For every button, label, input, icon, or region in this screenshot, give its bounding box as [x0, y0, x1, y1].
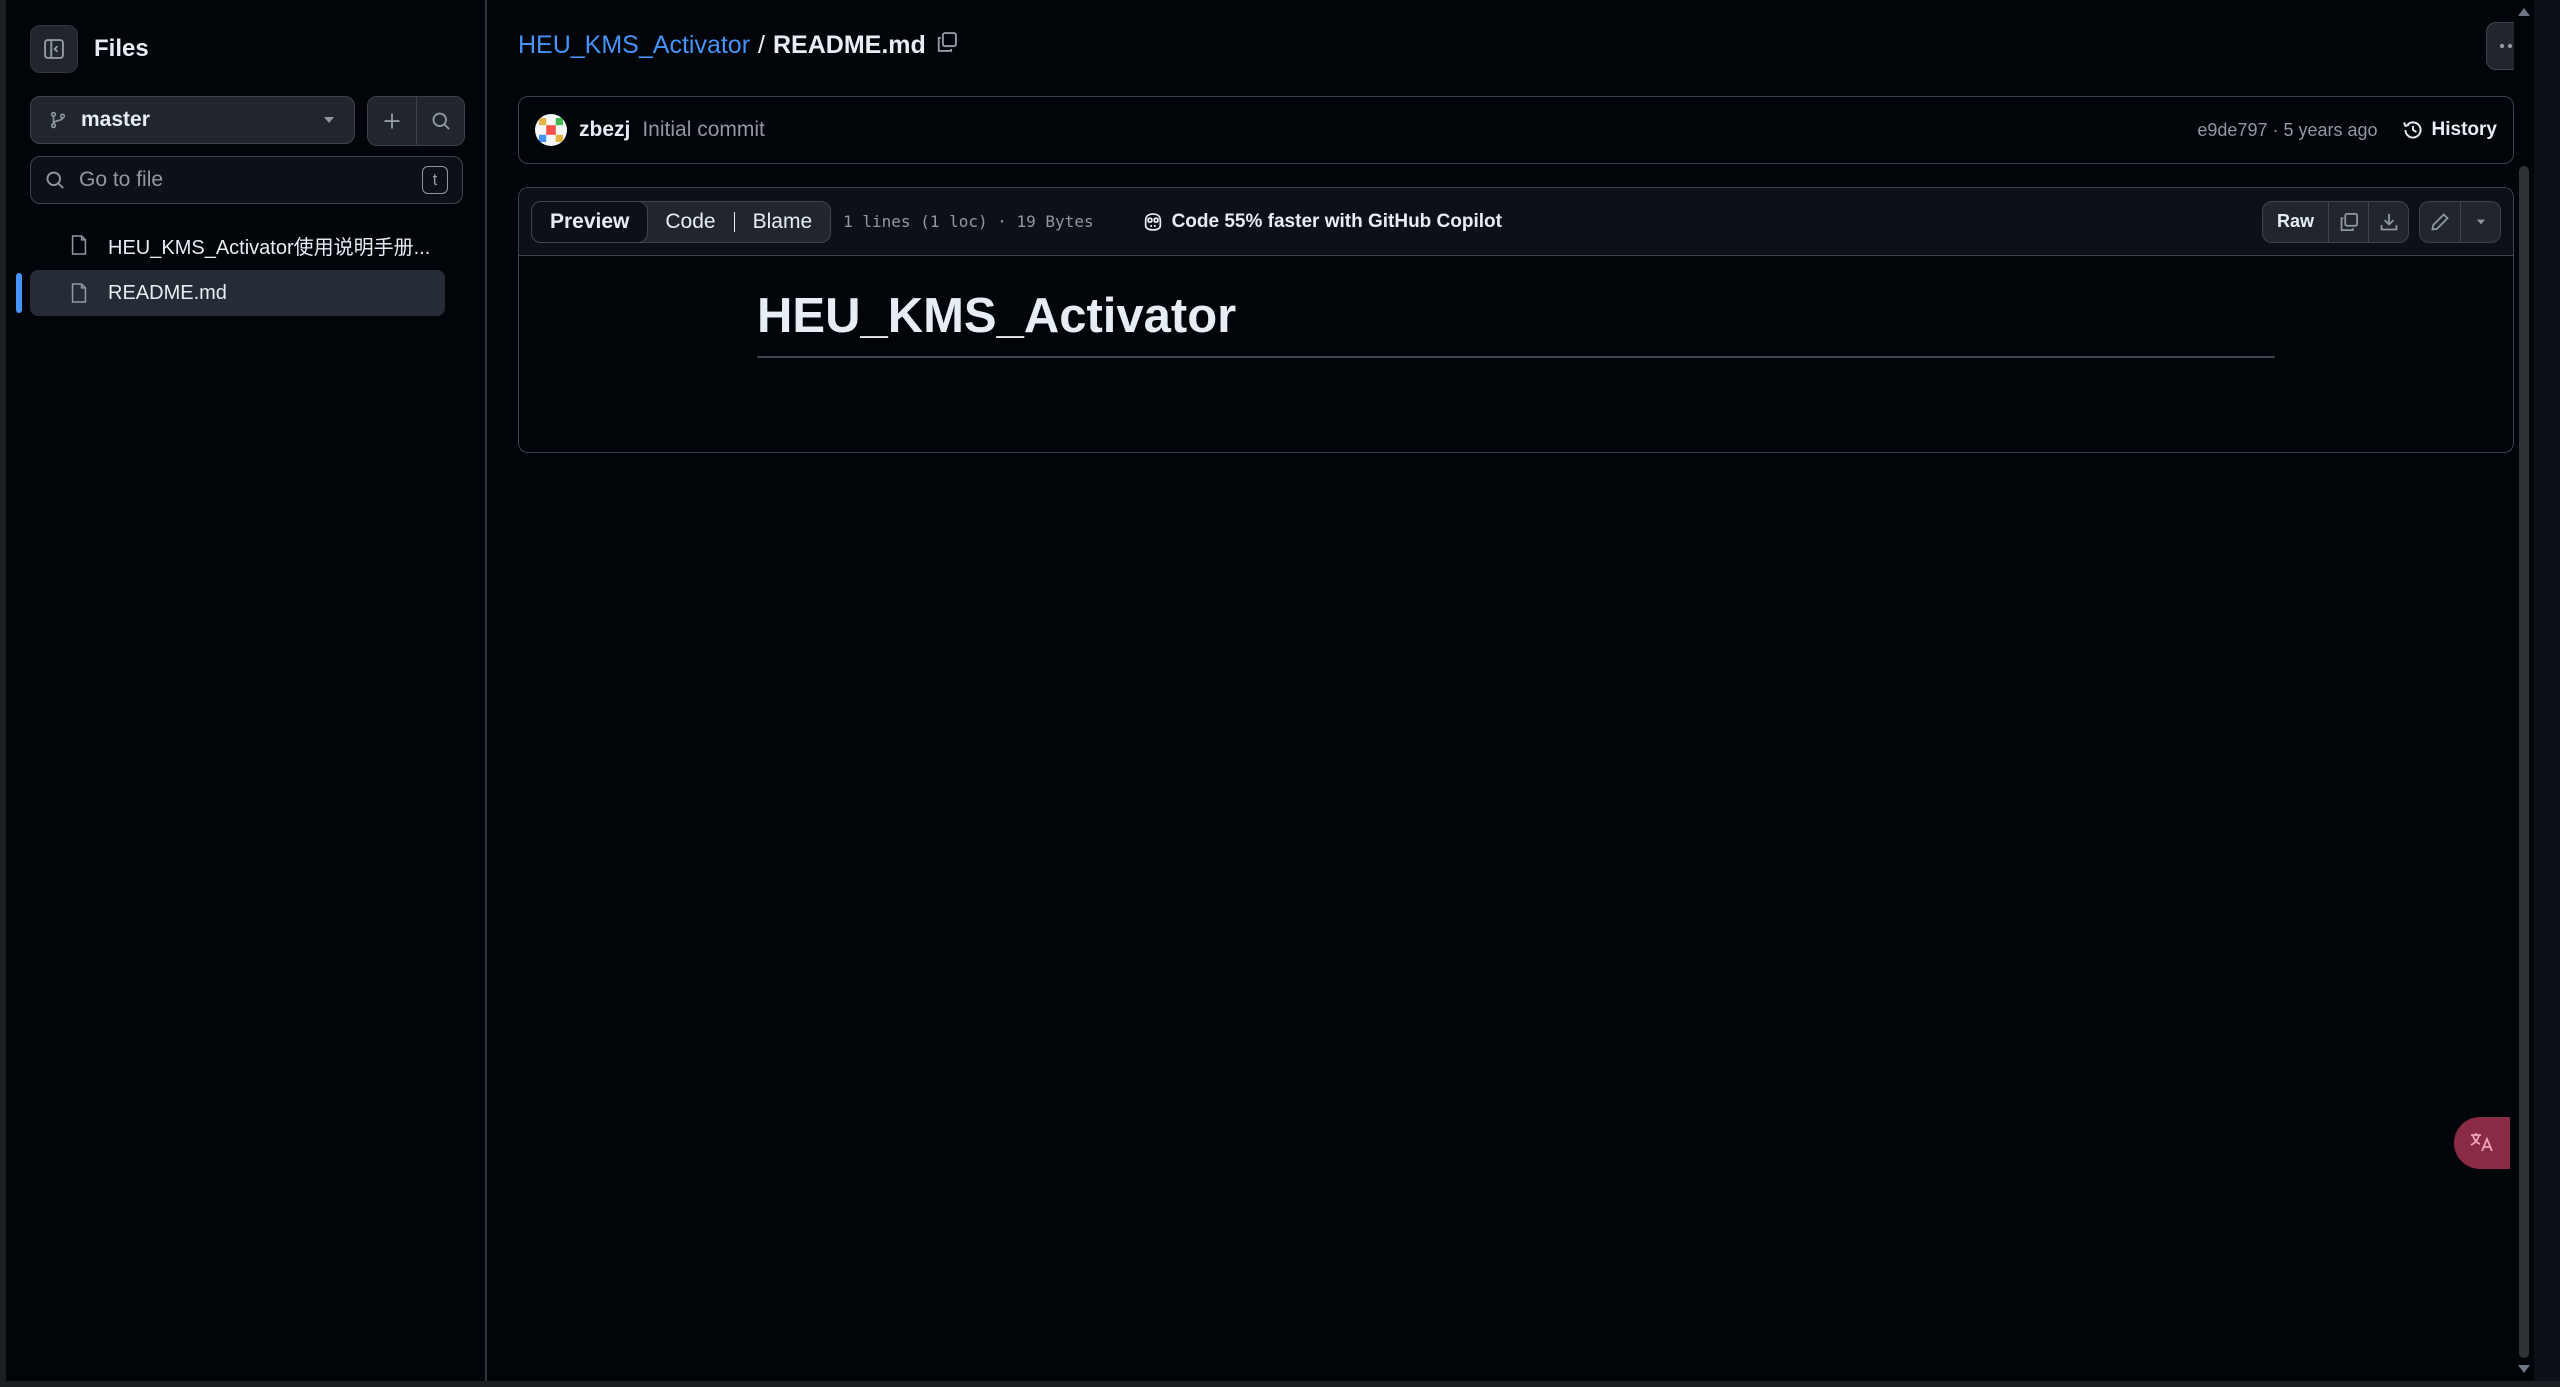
page: Files master t [6, 0, 2534, 1381]
translate-extension-button[interactable] [2454, 1117, 2510, 1169]
branch-name: master [81, 108, 150, 131]
file-name: README.md [108, 281, 227, 304]
active-file-indicator [16, 273, 22, 313]
tab-preview[interactable]: Preview [531, 200, 649, 243]
edit-group [2419, 200, 2501, 243]
history-button[interactable]: History [2402, 119, 2497, 141]
plus-icon [384, 113, 400, 129]
commit-hash-and-time[interactable]: e9de797 · 5 years ago [2197, 120, 2377, 141]
window-frame-bottom [0, 1381, 2560, 1387]
file-tree: HEU_KMS_Activator使用说明手册... README.md [30, 222, 445, 318]
search-files-button[interactable] [416, 97, 464, 145]
latest-commit-bar: zbezj Initial commit e9de797 · 5 years a… [518, 96, 2514, 164]
breadcrumb: HEU_KMS_Activator / README.md [518, 31, 958, 60]
copy-raw-button[interactable] [2328, 201, 2368, 242]
translate-icon [2470, 1133, 2493, 1152]
keyboard-shortcut-badge: t [422, 166, 448, 194]
search-icon [46, 171, 64, 189]
copy-icon [937, 32, 957, 52]
file-stats: 1 lines (1 loc) · 19 Bytes [843, 212, 1094, 231]
file-icon [71, 283, 87, 303]
copilot-promo-link[interactable]: Code 55% faster with GitHub Copilot [1142, 211, 1502, 233]
copilot-promo-label: Code 55% faster with GitHub Copilot [1171, 210, 1502, 232]
view-mode-tabs: Preview Code Blame [531, 200, 832, 243]
sidebar-header: Files [30, 24, 149, 74]
file-viewer: HEU_KMS_Activator / README.md zbezj Init… [487, 0, 2534, 1381]
breadcrumb-separator: / [758, 31, 765, 59]
file-toolbar: Preview Code Blame 1 lines (1 loc) · 19 … [519, 188, 2513, 256]
file-tree-item[interactable]: HEU_KMS_Activator使用说明手册... [30, 222, 445, 268]
edit-file-button[interactable] [2420, 202, 2460, 242]
branch-selector[interactable]: master [30, 96, 355, 144]
tab-code[interactable]: Code [647, 201, 733, 243]
markdown-preview: HEU_KMS_Activator [757, 288, 2275, 358]
download-icon [2380, 213, 2397, 230]
chevron-down-icon [2476, 219, 2485, 224]
download-button[interactable] [2368, 201, 2408, 242]
file-tree-sidebar: Files master t [6, 0, 487, 1381]
breadcrumb-repo-link[interactable]: HEU_KMS_Activator [518, 31, 750, 60]
breadcrumb-file-name: README.md [772, 31, 926, 59]
sidebar-toggle-icon [44, 39, 64, 59]
sidebar-actions [367, 96, 465, 146]
history-label: History [2431, 119, 2497, 140]
commit-author[interactable]: zbezj [579, 118, 630, 142]
go-to-file-search[interactable]: t [30, 156, 463, 204]
avatar[interactable] [535, 114, 567, 146]
scroll-thumb[interactable] [2519, 166, 2529, 1358]
history-icon [2402, 121, 2422, 139]
copilot-icon [1144, 212, 1161, 231]
copy-path-button[interactable] [936, 31, 958, 60]
branch-row: master [30, 96, 465, 146]
add-file-button[interactable] [368, 97, 416, 145]
readme-heading: HEU_KMS_Activator [757, 288, 2275, 358]
copy-icon [2340, 212, 2358, 231]
scroll-up-arrow-icon[interactable] [2518, 8, 2530, 16]
raw-button[interactable]: Raw [2263, 202, 2328, 242]
avatar-identicon [539, 118, 563, 142]
pencil-icon [2431, 212, 2449, 231]
sidebar-title: Files [94, 35, 149, 62]
branch-icon [50, 111, 66, 129]
edit-options-dropdown[interactable] [2460, 201, 2500, 242]
file-icon [71, 235, 87, 255]
sidebar-toggle-button[interactable] [30, 25, 78, 73]
file-tree-item-active[interactable]: README.md [30, 270, 445, 316]
raw-copy-download-group: Raw [2261, 200, 2409, 243]
commit-message[interactable]: Initial commit [642, 118, 765, 142]
file-actions: Raw [2261, 200, 2501, 243]
chevron-down-icon [324, 117, 334, 123]
file-content-box: Preview Code Blame 1 lines (1 loc) · 19 … [518, 187, 2514, 453]
tab-blame[interactable]: Blame [735, 201, 831, 243]
go-to-file-input[interactable] [79, 168, 422, 192]
file-name: HEU_KMS_Activator使用说明手册... [108, 236, 431, 259]
scroll-down-arrow-icon[interactable] [2518, 1365, 2530, 1373]
page-scrollbar[interactable] [2514, 0, 2534, 1381]
search-icon [432, 112, 450, 130]
